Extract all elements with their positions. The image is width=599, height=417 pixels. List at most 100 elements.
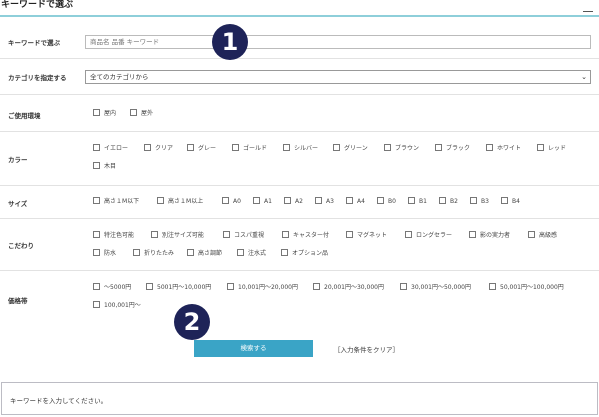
environment-checkbox[interactable] xyxy=(93,109,100,116)
size-checkbox[interactable] xyxy=(157,197,164,204)
size-checkbox[interactable] xyxy=(222,197,229,204)
features-checkbox[interactable] xyxy=(93,231,100,238)
color-option[interactable]: ホワイト xyxy=(486,144,521,154)
color-checkbox[interactable] xyxy=(93,162,100,169)
color-checkbox[interactable] xyxy=(232,144,239,151)
size-option[interactable]: A4 xyxy=(346,197,365,207)
size-option-label: 高さ１M以上 xyxy=(168,198,204,205)
price-option[interactable]: 5001円～10,000円 xyxy=(146,283,211,293)
features-checkbox[interactable] xyxy=(151,231,158,238)
size-checkbox[interactable] xyxy=(93,197,100,204)
color-checkbox[interactable] xyxy=(486,144,493,151)
size-checkbox[interactable] xyxy=(346,197,353,204)
color-option[interactable]: クリア xyxy=(144,144,173,154)
price-option[interactable]: 30,001円～50,000円 xyxy=(400,283,471,293)
price-checkbox[interactable] xyxy=(313,283,320,290)
size-option[interactable]: A3 xyxy=(315,197,334,207)
color-option[interactable]: グリーン xyxy=(333,144,368,154)
color-checkbox[interactable] xyxy=(435,144,442,151)
size-option-label: A3 xyxy=(326,198,334,205)
color-checkbox[interactable] xyxy=(283,144,290,151)
size-checkbox[interactable] xyxy=(315,197,322,204)
size-option[interactable]: B3 xyxy=(470,197,489,207)
features-option[interactable]: ロングセラー xyxy=(405,231,452,241)
color-option[interactable]: グレー xyxy=(187,144,216,154)
features-checkbox[interactable] xyxy=(346,231,353,238)
price-checkbox[interactable] xyxy=(400,283,407,290)
features-option[interactable]: コスパ重視 xyxy=(223,231,264,241)
color-checkbox[interactable] xyxy=(537,144,544,151)
size-option[interactable]: B0 xyxy=(377,197,396,207)
color-option[interactable]: レッド xyxy=(537,144,566,154)
minus-icon[interactable] xyxy=(583,11,593,12)
size-option[interactable]: A1 xyxy=(253,197,272,207)
size-checkbox[interactable] xyxy=(470,197,477,204)
features-option[interactable]: オプション品 xyxy=(281,249,328,259)
features-checkbox[interactable] xyxy=(93,249,100,256)
price-option[interactable]: 50,001円～100,000円 xyxy=(489,283,564,293)
features-checkbox[interactable] xyxy=(282,231,289,238)
step-2-badge: 2 xyxy=(174,304,210,340)
price-option[interactable]: 10,001円～20,000円 xyxy=(227,283,298,293)
price-checkbox[interactable] xyxy=(227,283,234,290)
size-checkbox[interactable] xyxy=(408,197,415,204)
size-option[interactable]: B1 xyxy=(408,197,427,207)
size-checkbox[interactable] xyxy=(439,197,446,204)
features-option[interactable]: 特注色可能 xyxy=(93,231,134,241)
features-option[interactable]: キャスター付 xyxy=(282,231,329,241)
price-checkbox[interactable] xyxy=(489,283,496,290)
features-option[interactable]: 注水式 xyxy=(237,249,266,259)
color-option[interactable]: シルバー xyxy=(283,144,318,154)
color-checkbox[interactable] xyxy=(93,144,100,151)
features-checkbox[interactable] xyxy=(237,249,244,256)
size-option[interactable]: B4 xyxy=(501,197,520,207)
size-option[interactable]: B2 xyxy=(439,197,458,207)
size-option[interactable]: 高さ１M以下 xyxy=(93,197,139,207)
price-checkbox[interactable] xyxy=(146,283,153,290)
color-checkbox[interactable] xyxy=(333,144,340,151)
color-checkbox[interactable] xyxy=(144,144,151,151)
size-option-label: A1 xyxy=(264,198,272,205)
features-option[interactable]: マグネット xyxy=(346,231,387,241)
price-option[interactable]: 20,001円～30,000円 xyxy=(313,283,384,293)
price-option[interactable]: 100,001円～ xyxy=(93,301,141,311)
environment-option[interactable]: 屋内 xyxy=(93,109,116,119)
size-checkbox[interactable] xyxy=(253,197,260,204)
features-checkbox[interactable] xyxy=(133,249,140,256)
color-option[interactable]: ブラウン xyxy=(384,144,419,154)
price-checkbox[interactable] xyxy=(93,283,100,290)
features-checkbox[interactable] xyxy=(187,249,194,256)
color-option[interactable]: ゴールド xyxy=(232,144,267,154)
search-button[interactable]: 検索する xyxy=(194,340,313,357)
size-option[interactable]: A2 xyxy=(284,197,303,207)
size-checkbox[interactable] xyxy=(377,197,384,204)
size-option-label: B3 xyxy=(481,198,489,205)
features-checkbox[interactable] xyxy=(223,231,230,238)
price-option[interactable]: ～5000円 xyxy=(93,283,131,293)
color-option[interactable]: ブラック xyxy=(435,144,470,154)
color-checkbox[interactable] xyxy=(187,144,194,151)
color-option[interactable]: イエロー xyxy=(93,144,128,154)
features-checkbox[interactable] xyxy=(528,231,535,238)
features-option[interactable]: 別注サイズ可能 xyxy=(151,231,204,241)
features-checkbox[interactable] xyxy=(405,231,412,238)
color-checkbox[interactable] xyxy=(384,144,391,151)
features-checkbox[interactable] xyxy=(469,231,476,238)
environment-option[interactable]: 屋外 xyxy=(130,109,153,119)
size-checkbox[interactable] xyxy=(501,197,508,204)
features-checkbox[interactable] xyxy=(281,249,288,256)
size-checkbox[interactable] xyxy=(284,197,291,204)
features-option[interactable]: 影の実力者 xyxy=(469,231,510,241)
features-option[interactable]: 防水 xyxy=(93,249,116,259)
clear-conditions-link[interactable]: ［入力条件をクリア］ xyxy=(334,344,399,354)
color-option[interactable]: 木目 xyxy=(93,162,116,172)
category-select[interactable]: 全てのカテゴリから ⌄ xyxy=(85,70,591,84)
price-checkbox[interactable] xyxy=(93,301,100,308)
size-option[interactable]: A0 xyxy=(222,197,241,207)
size-option[interactable]: 高さ１M以上 xyxy=(157,197,203,207)
environment-checkbox[interactable] xyxy=(130,109,137,116)
features-option[interactable]: 折りたたみ xyxy=(133,249,174,259)
features-option[interactable]: 高さ調節 xyxy=(187,249,222,259)
features-option[interactable]: 高級感 xyxy=(528,231,557,241)
keyword-input[interactable] xyxy=(85,35,591,49)
